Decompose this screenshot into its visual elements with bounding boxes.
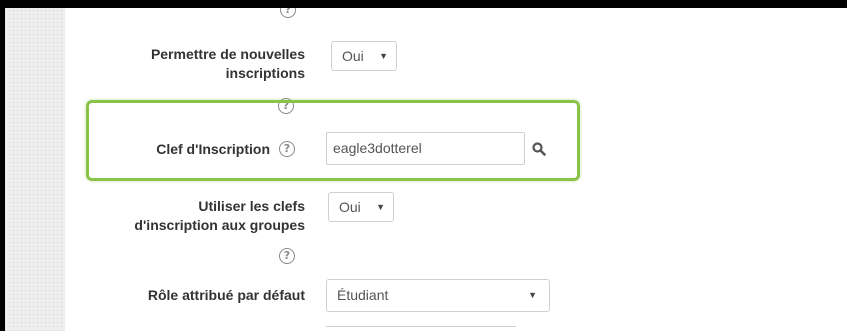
group-enrolment-keys-label-line1: Utiliser les clefs (198, 198, 305, 214)
settings-form-panel: ? Permettre de nouvelles inscriptions Ou… (5, 8, 847, 331)
screenshot-frame: ? Permettre de nouvelles inscriptions Ou… (0, 0, 847, 331)
new-enrolments-label-line1: Permettre de nouvelles (150, 46, 305, 62)
help-icon[interactable]: ? (280, 8, 296, 18)
search-icon[interactable] (532, 142, 546, 156)
group-enrolment-keys-select[interactable]: Oui ▼ (328, 192, 394, 222)
enrolment-key-label: Clef d'Inscription (156, 141, 270, 157)
chevron-down-icon: ▼ (376, 202, 385, 212)
help-icon[interactable]: ? (279, 141, 295, 157)
page-margin (5, 8, 65, 331)
new-enrolments-select[interactable]: Oui ▼ (331, 41, 397, 71)
default-role-label: Rôle attribué par défaut (147, 287, 305, 303)
enrolment-key-input[interactable]: eagle3dotterel (326, 132, 525, 165)
next-field-edge (326, 326, 516, 331)
chevron-down-icon: ▼ (379, 51, 388, 61)
help-icon[interactable]: ? (279, 248, 295, 264)
new-enrolments-select-value: Oui (342, 48, 364, 64)
chevron-down-icon: ▼ (528, 290, 537, 300)
group-enrolment-keys-label-line2: d'inscription aux groupes (134, 217, 305, 233)
group-enrolment-keys-select-value: Oui (339, 199, 361, 215)
default-role-select[interactable]: Étudiant ▼ (326, 279, 550, 312)
default-role-select-value: Étudiant (337, 287, 389, 303)
group-enrolment-keys-label: Utiliser les clefs d'inscription aux gro… (65, 197, 305, 235)
new-enrolments-label-line2: inscriptions (225, 65, 305, 81)
new-enrolments-label: Permettre de nouvelles inscriptions (65, 45, 305, 83)
